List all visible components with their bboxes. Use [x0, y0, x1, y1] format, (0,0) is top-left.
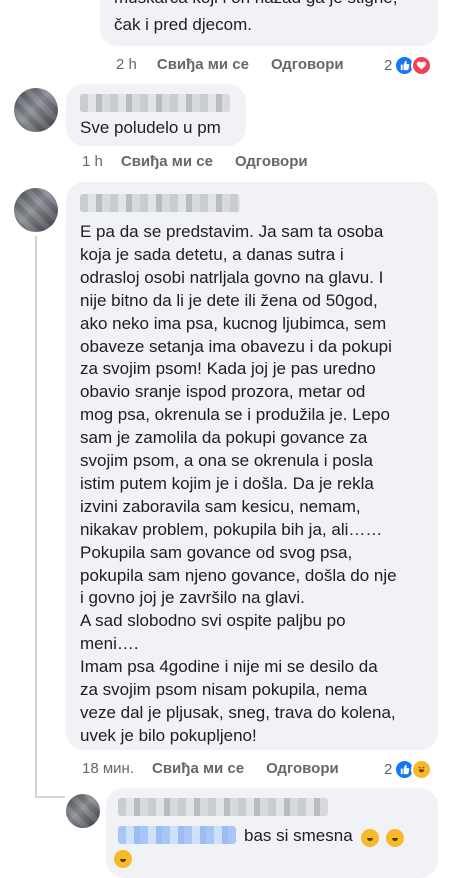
comment-text-line: uvek je bilo pokupljeno! [80, 725, 257, 745]
comment-text-line: za svojim psom! Kada joj je pas uredno [80, 359, 376, 379]
laughing-emoji-icon [114, 850, 132, 868]
comment-text-line: meni…. [80, 634, 139, 654]
reply-button[interactable]: Одговори [266, 760, 339, 777]
like-button[interactable]: Свиђа ми се [121, 153, 213, 170]
comment-meta: 18 мин. Свиђа ми се Одговори [82, 760, 339, 777]
laughing-emoji-icon [361, 829, 380, 847]
comment-text-line: obavio sranje ispod prozora, metar od [80, 382, 366, 402]
comment-text-line: izvini zaboravila sam kesicu, nemam, [80, 496, 361, 516]
mention-blurred[interactable] [118, 826, 236, 844]
reply-bubble: bas si smesna [106, 788, 438, 878]
comment-bubble: Sve poludelo u pm [66, 84, 246, 146]
comment-time[interactable]: 1 h [82, 153, 103, 170]
comment-text-line: i govno joj je završilo na glavi. [80, 588, 305, 608]
comment-text-line: svojim psom, a ona se okrenula i posla [80, 451, 373, 470]
reply-button[interactable]: Одговори [271, 56, 344, 73]
comment-text-line: obaveze setanja ima obavezu i da pokupi [80, 336, 392, 356]
reply-text-content: bas si smesna [244, 826, 353, 845]
comment-text-line: za svojim psom nisam pokupila, nema [80, 680, 368, 699]
comment-text-line: koja je sada detetu, a danas sutra i [80, 244, 344, 264]
laughing-emoji-icon [386, 829, 405, 847]
comment-text-line: odrasloj osobi natrljala govno na glavu.… [80, 267, 384, 287]
comment-text-line: mog psa, okrenula se i produžila je. Lep… [80, 405, 390, 425]
comment-bubble: muškarca koji i on nazad ga je stigne, č… [100, 0, 438, 46]
author-name-blurred[interactable] [80, 94, 230, 112]
comment-text: Sve poludelo u pm [80, 118, 221, 137]
comment-text-line: čak i pred djecom. [114, 15, 252, 34]
comment-text-line: pokupila sam njeno govance, došla do nje [80, 565, 397, 585]
comment-meta: 1 h Свиђа ми се Одговори [82, 153, 308, 170]
reply-connector [35, 796, 65, 798]
reply-button[interactable]: Одговори [235, 153, 308, 170]
comment-text-line: istim putem kojim je i došla. Da je rekl… [80, 473, 374, 493]
comment-text-line: veze dal je pljusak, sneg, trava do kole… [80, 702, 396, 722]
avatar[interactable] [14, 188, 58, 232]
reply-text: bas si smesna [244, 824, 405, 847]
comment-bubble: E pa da se predstavim. Ja sam ta osoba ko… [66, 182, 438, 750]
avatar[interactable] [14, 88, 58, 132]
comment-text-line: A sad slobodno svi ospite paljbu po [80, 611, 346, 631]
reaction-count: 2 [384, 57, 393, 74]
haha-reaction-icon [411, 759, 433, 780]
like-button[interactable]: Свиђа ми се [152, 760, 244, 777]
comment-time[interactable]: 2 h [116, 56, 137, 73]
comment-time[interactable]: 18 мин. [82, 760, 134, 777]
comment-text-line: sam je zamolila da pokupi govance za [80, 428, 368, 448]
comment-text-line: muškarca koji i on nazad ga je stigne, [114, 0, 398, 9]
avatar[interactable] [66, 794, 100, 828]
comment-text-line: Pokupila sam govance od svog psa, [80, 542, 353, 562]
comment-text-line: Imam psa 4godine i nije mi se desilo da [80, 657, 378, 677]
reactions[interactable]: 2 [384, 759, 433, 780]
thread-line [35, 236, 37, 796]
comment-text-line: ako neko ima psa, kucnog ljubimca, sem [80, 313, 387, 333]
comment-meta: 2 h Свиђа ми се Одговори [116, 56, 344, 73]
reactions[interactable]: 2 [384, 55, 433, 76]
love-reaction-icon [411, 55, 433, 76]
author-name-blurred[interactable] [118, 798, 328, 816]
reaction-count: 2 [384, 761, 393, 778]
comment-text-line: nije bitno da li je dete ili žena od 50g… [80, 290, 378, 310]
comment-text-line: nikakav problem, pokupila bih ja, ali…… [80, 519, 383, 539]
comment-text-line: E pa da se predstavim. Ja sam ta osoba [80, 222, 384, 241]
author-name-blurred[interactable] [80, 194, 240, 212]
like-button[interactable]: Свиђа ми се [157, 56, 249, 73]
